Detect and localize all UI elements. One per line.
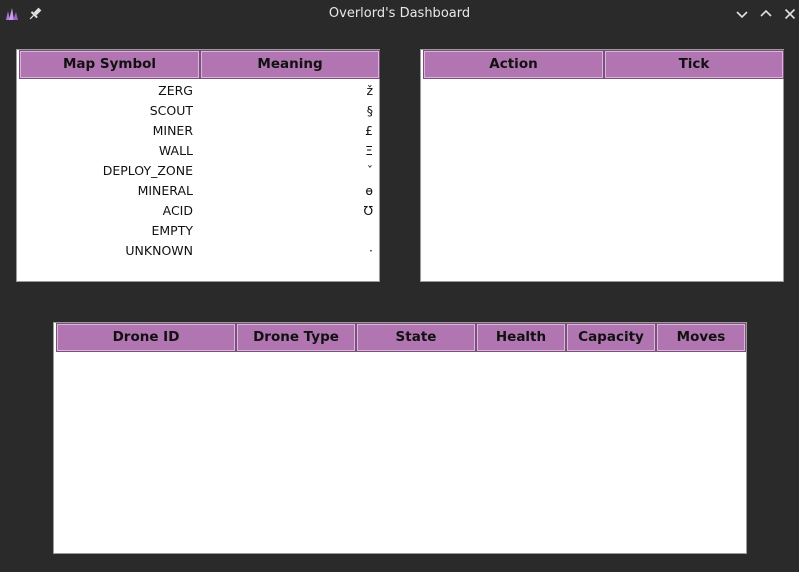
minimize-icon[interactable] [734, 6, 750, 22]
close-icon[interactable] [782, 6, 798, 22]
table-row[interactable]: WALL Ξ [17, 141, 377, 161]
column-header-health[interactable]: Health [476, 323, 566, 352]
table-row[interactable]: ACID Ʊ [17, 201, 377, 221]
symbol-name: ZERG [158, 83, 193, 98]
column-header-state[interactable]: State [356, 323, 476, 352]
table-row[interactable]: MINERAL ɵ [17, 181, 377, 201]
table-row[interactable]: ZERG ž [17, 81, 377, 101]
symbol-meaning: § [366, 103, 373, 118]
column-header-meaning[interactable]: Meaning [200, 50, 380, 79]
symbol-name: UNKNOWN [125, 243, 193, 258]
table-row[interactable]: SCOUT § [17, 101, 377, 121]
symbol-meaning: Ξ [365, 143, 373, 158]
symbol-meaning: ž [366, 83, 373, 98]
maximize-icon[interactable] [758, 6, 774, 22]
symbol-meaning: ˇ [366, 163, 373, 178]
map-symbol-table[interactable]: Map Symbol Meaning ZERG ž SCOUT § MINER … [16, 49, 380, 282]
title-bar: Overlord's Dashboard [0, 0, 799, 28]
table-row[interactable]: MINER £ [17, 121, 377, 141]
symbol-meaning: ɵ [365, 183, 373, 198]
window-title: Overlord's Dashboard [328, 6, 471, 21]
symbol-name: WALL [158, 143, 193, 158]
symbol-name: MINER [152, 123, 193, 138]
symbol-name: MINERAL [137, 183, 193, 198]
symbol-name: SCOUT [149, 103, 193, 118]
table-row[interactable]: EMPTY [17, 221, 377, 241]
column-header-map-symbol[interactable]: Map Symbol [19, 50, 200, 79]
drones-table[interactable]: Drone ID Drone Type State Health Capacit… [53, 322, 747, 554]
column-header-tick[interactable]: Tick [604, 50, 784, 79]
column-header-moves[interactable]: Moves [656, 323, 746, 352]
symbol-meaning: Ʊ [363, 203, 373, 218]
symbol-meaning: · [369, 243, 373, 258]
symbol-name: EMPTY [151, 223, 194, 238]
column-header-action[interactable]: Action [423, 50, 604, 79]
symbol-name: ACID [162, 203, 193, 218]
column-header-drone-type[interactable]: Drone Type [236, 323, 356, 352]
symbol-meaning: £ [365, 123, 373, 138]
action-log-table[interactable]: Action Tick [420, 49, 784, 282]
column-header-drone-id[interactable]: Drone ID [56, 323, 236, 352]
table-row[interactable]: DEPLOY_ZONE ˇ [17, 161, 377, 181]
symbol-name: DEPLOY_ZONE [102, 163, 193, 178]
table-row[interactable]: UNKNOWN · [17, 241, 377, 261]
column-header-capacity[interactable]: Capacity [566, 323, 656, 352]
